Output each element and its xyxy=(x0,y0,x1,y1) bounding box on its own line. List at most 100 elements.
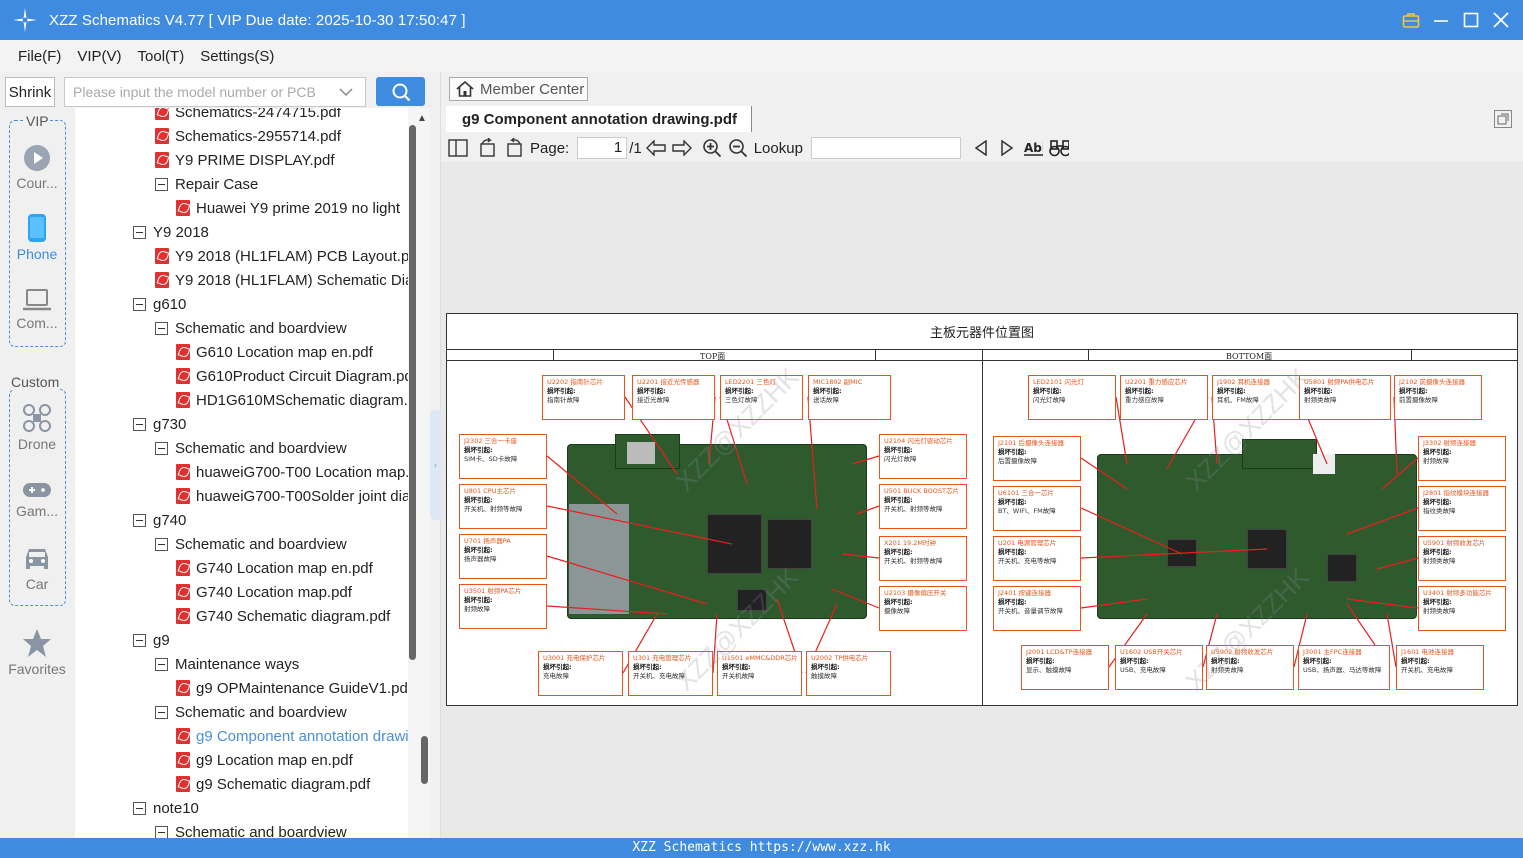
tree-file-item[interactable]: huaweiG700-T00 Location map.pdf xyxy=(176,460,408,484)
tree-folder-item[interactable]: Y9 2018 xyxy=(133,220,209,244)
sidebar-toggle-icon[interactable] xyxy=(448,138,468,158)
rail-item-drone[interactable]: Drone xyxy=(0,403,74,452)
tree-folder-item[interactable]: Schematic and boardview xyxy=(155,532,347,556)
tree-file-item[interactable]: G740 Location map.pdf xyxy=(176,580,352,604)
tree-file-item[interactable]: g9 Location map en.pdf xyxy=(176,748,353,772)
lookup-input[interactable] xyxy=(810,137,961,159)
menu-settings[interactable]: Settings(S) xyxy=(200,48,274,65)
binoculars-icon[interactable] xyxy=(1049,138,1069,158)
collapse-toggle-icon[interactable] xyxy=(133,801,146,815)
tree-folder-item[interactable]: Schematic and boardview xyxy=(155,436,347,460)
tree-file-item[interactable]: g9 OPMaintenance GuideV1.pdf xyxy=(176,676,408,700)
rail-item-phone[interactable]: Phone xyxy=(0,213,74,262)
rail-item-computer[interactable]: Com... xyxy=(0,288,74,331)
tree-file-item[interactable]: G610Product Circuit Diagram.pdf xyxy=(176,364,408,388)
collapse-toggle-icon[interactable] xyxy=(155,441,168,455)
member-center-button[interactable]: Member Center xyxy=(449,77,588,101)
shrink-button[interactable]: Shrink xyxy=(5,77,55,107)
menu-tool[interactable]: Tool(T) xyxy=(138,48,185,65)
tree-folder-item[interactable]: Maintenance ways xyxy=(155,652,299,676)
prev-page-arrow-icon[interactable] xyxy=(645,138,666,158)
menu-vip[interactable]: VIP(V) xyxy=(77,48,121,65)
chevron-down-icon[interactable] xyxy=(339,84,353,100)
collapse-toggle-icon[interactable] xyxy=(133,513,146,527)
match-case-icon[interactable]: Abi xyxy=(1023,138,1043,158)
tree-scrollbar-thumb[interactable] xyxy=(409,125,416,660)
tree-folder-item[interactable]: Repair Case xyxy=(155,172,258,196)
tree-item-label: G740 Schematic diagram.pdf xyxy=(196,607,391,625)
tree-file-item[interactable]: G610 Location map en.pdf xyxy=(176,340,373,364)
tree-folder-item[interactable]: Schematic and boardview xyxy=(155,316,347,340)
tree-file-item[interactable]: Y9 2018 (HL1FLAM) PCB Layout.pdf xyxy=(155,244,408,268)
rail-item-car[interactable]: Car xyxy=(0,545,74,592)
rotate-left-icon[interactable] xyxy=(478,138,498,158)
svg-text:Abi: Abi xyxy=(1024,141,1043,155)
find-previous-icon[interactable] xyxy=(971,138,991,158)
tree-file-item[interactable]: g9 Schematic diagram.pdf xyxy=(176,772,370,796)
search-button[interactable] xyxy=(376,77,425,106)
tree-file-item[interactable]: G740 Location map en.pdf xyxy=(176,556,373,580)
rail-item-game[interactable]: Gam... xyxy=(0,480,74,519)
tree-item-label: Schematic and boardview xyxy=(175,439,347,457)
tree-folder-item[interactable]: g730 xyxy=(133,412,186,436)
collapse-toggle-icon[interactable] xyxy=(155,537,168,551)
collapse-toggle-icon[interactable] xyxy=(155,177,168,191)
collapse-toggle-icon[interactable] xyxy=(133,297,146,311)
pdf-file-icon xyxy=(155,108,169,120)
tree-file-item[interactable]: Y9 2018 (HL1FLAM) Schematic Diagram.pdf xyxy=(155,268,408,292)
tree-file-item[interactable]: Schematics-2474715.pdf xyxy=(155,108,341,124)
page-number-input[interactable]: 1 xyxy=(577,137,628,159)
tree-folder-item[interactable]: g610 xyxy=(133,292,186,316)
minimize-button[interactable] xyxy=(1431,10,1451,30)
collapse-toggle-icon[interactable] xyxy=(133,417,146,431)
rail-item-favorites[interactable]: Favorites xyxy=(0,628,74,677)
car-icon xyxy=(26,549,48,569)
tree-folder-item[interactable]: g9 xyxy=(133,628,170,652)
zoom-out-icon[interactable] xyxy=(728,138,748,158)
collapse-toggle-icon[interactable] xyxy=(155,321,168,335)
menu-file[interactable]: File(F) xyxy=(18,48,61,65)
collapse-toggle-icon[interactable] xyxy=(155,825,168,838)
rail-item-course[interactable]: Cour... xyxy=(0,144,74,191)
document-tab[interactable]: g9 Component annotation drawing.pdf xyxy=(446,106,752,132)
collapse-toggle-icon[interactable] xyxy=(155,657,168,671)
tree-file-item[interactable]: g9 Component annotation drawing.pdf xyxy=(176,724,408,748)
search-combobox[interactable] xyxy=(64,77,366,107)
tree-file-item[interactable]: Y9 PRIME DISPLAY.pdf xyxy=(155,148,335,172)
annotation-caption: 损坏引起: xyxy=(1120,657,1149,665)
scroll-up-icon[interactable]: ▲ xyxy=(417,113,427,124)
rotate-right-icon[interactable] xyxy=(504,138,524,158)
annotation-fault: 开关机故障 xyxy=(722,672,755,680)
zoom-in-icon[interactable] xyxy=(702,138,722,158)
vip-bag-icon[interactable] xyxy=(1401,10,1421,30)
pdf-file-icon xyxy=(176,680,190,696)
tree-folder-item[interactable]: Schematic and boardview xyxy=(155,820,347,838)
annotation-fault: 闪光灯故障 xyxy=(1033,396,1066,404)
annotation-title: U501 BUCK BOOST芯片 xyxy=(884,487,959,495)
tree-file-item[interactable]: G740 Schematic diagram.pdf xyxy=(176,604,390,628)
tree-file-item[interactable]: HD1G610MSchematic diagram.pdf xyxy=(176,388,408,412)
phone-icon xyxy=(28,214,46,242)
collapse-toggle-icon[interactable] xyxy=(133,225,146,239)
collapse-toggle-icon[interactable] xyxy=(155,705,168,719)
tree-item-label: Y9 2018 (HL1FLAM) Schematic Diagram.pdf xyxy=(175,271,408,289)
tree-folder-item[interactable]: Schematic and boardview xyxy=(155,700,347,724)
tree-item-label: g9 xyxy=(153,631,170,649)
tree-secondary-scrollbar-thumb[interactable] xyxy=(421,736,428,784)
next-page-arrow-icon[interactable] xyxy=(672,138,692,158)
tree-file-item[interactable]: Huawei Y9 prime 2019 no light xyxy=(176,196,400,220)
tree-file-item[interactable]: Schematics-2955714.pdf xyxy=(155,124,341,148)
close-document-button[interactable] xyxy=(1494,110,1512,128)
tree-folder-item[interactable]: g740 xyxy=(133,508,186,532)
collapse-panel-handle[interactable]: ‹ xyxy=(430,410,441,520)
tree-folder-item[interactable]: note10 xyxy=(133,796,199,820)
close-button[interactable] xyxy=(1491,10,1511,30)
maximize-button[interactable] xyxy=(1461,10,1481,30)
laptop-icon xyxy=(23,289,51,311)
find-next-icon[interactable] xyxy=(997,138,1017,158)
tree-file-item[interactable]: huaweiG700-T00Solder joint diagram.pdf xyxy=(176,484,408,508)
annotation-fault: 开关机、射频等故障 xyxy=(884,557,943,565)
collapse-toggle-icon[interactable] xyxy=(133,633,146,647)
component-annotation: J2001 LCD&TP连接器 损坏引起: 显示、触摸故障 xyxy=(1021,645,1109,690)
search-input[interactable] xyxy=(73,84,335,100)
